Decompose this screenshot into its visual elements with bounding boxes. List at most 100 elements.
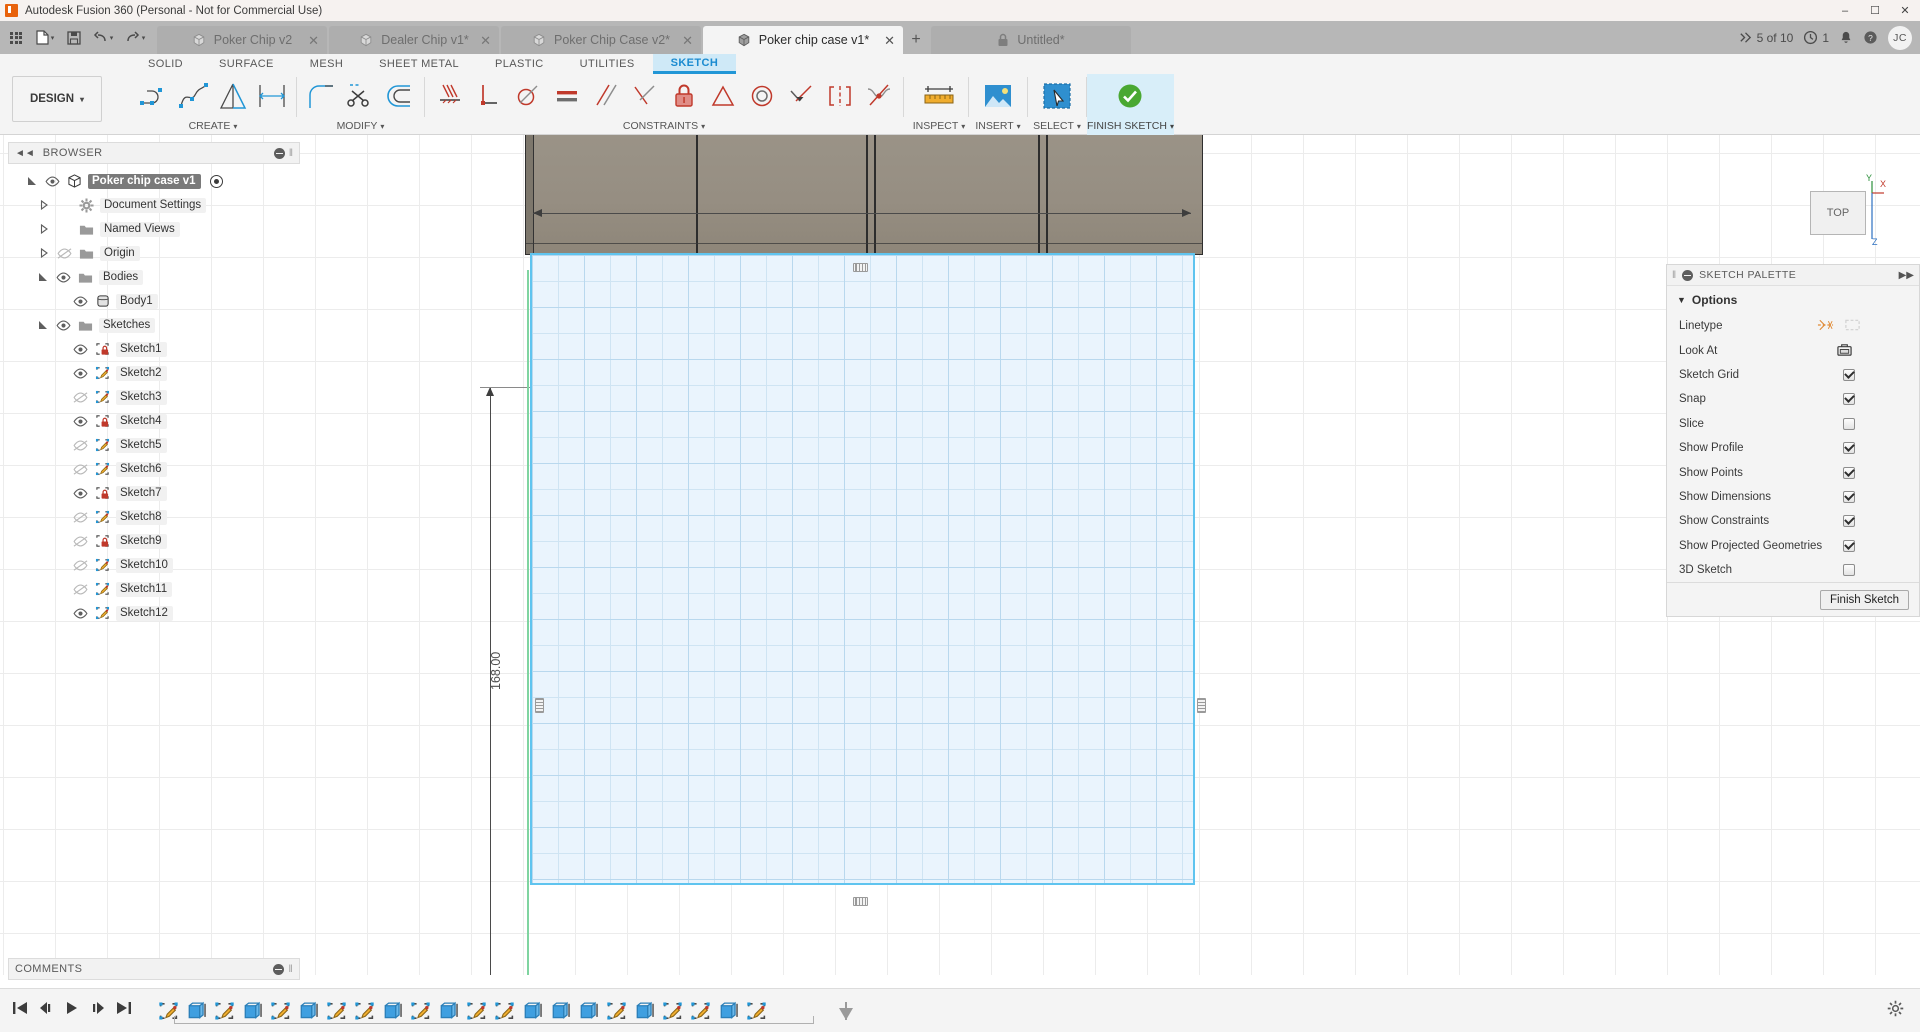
chevron-down-icon[interactable]: ▾ [1170, 122, 1174, 131]
play-icon[interactable] [64, 1001, 80, 1020]
trim-icon[interactable] [342, 76, 379, 116]
view-cube[interactable]: TOP Y X Z [1788, 165, 1898, 275]
construction-line-icon[interactable] [1817, 318, 1834, 335]
notifications-button[interactable] [1839, 30, 1853, 45]
look-at-icon[interactable] [1836, 342, 1853, 360]
timeline-playhead-marker[interactable] [839, 1001, 853, 1020]
visibility-eye-icon[interactable] [71, 366, 89, 380]
tree-item-bodies[interactable]: Bodies [8, 265, 300, 289]
spline-icon[interactable] [175, 76, 212, 116]
minimize-button[interactable]: – [1830, 0, 1860, 21]
document-tab-poker-chip-case-v1[interactable]: Poker chip case v1* ✕ [703, 26, 903, 54]
visibility-eye-icon[interactable] [71, 486, 89, 500]
minus-circle-icon[interactable] [273, 963, 285, 975]
palette-row-show-constraints[interactable]: Show Constraints [1667, 509, 1919, 533]
chevron-down-icon[interactable]: ▼ [1677, 295, 1686, 305]
chevron-down-icon[interactable]: ▾ [961, 122, 965, 131]
close-icon[interactable]: ✕ [480, 34, 491, 47]
finish-sketch-button[interactable]: Finish Sketch [1819, 589, 1909, 610]
disclosure-triangle-open-icon[interactable] [26, 175, 38, 187]
close-icon[interactable]: ✕ [308, 34, 319, 47]
ribbon-tab-plastic[interactable]: PLASTIC [477, 54, 562, 74]
visibility-eye-icon[interactable] [71, 414, 89, 428]
radio-dot-icon[interactable] [209, 174, 223, 188]
double-left-arrow-icon[interactable]: ◄◄ [15, 148, 35, 159]
palette-row-show-dimensions[interactable]: Show Dimensions [1667, 485, 1919, 509]
symmetry-icon[interactable] [821, 76, 858, 116]
visibility-eye-off-icon[interactable] [71, 582, 89, 596]
line-icon[interactable] [136, 76, 173, 116]
three-d-sketch-checkbox[interactable] [1843, 564, 1855, 577]
ribbon-tab-mesh[interactable]: MESH [292, 54, 361, 74]
step-back-icon[interactable] [38, 1001, 54, 1020]
tree-item-sketch6[interactable]: Sketch6 [8, 457, 300, 481]
step-forward-icon[interactable] [90, 1001, 106, 1020]
tree-item-sketch3[interactable]: Sketch3 [8, 385, 300, 409]
show-points-checkbox[interactable] [1843, 466, 1855, 479]
constraint-horizontal-badge[interactable] [853, 897, 868, 906]
coincident-icon[interactable] [782, 76, 819, 116]
visibility-eye-icon[interactable] [71, 606, 89, 620]
ribbon-tab-utilities[interactable]: UTILITIES [562, 54, 653, 74]
chevron-down-icon[interactable]: ▾ [701, 122, 705, 131]
tree-item-sketches[interactable]: Sketches [8, 313, 300, 337]
concentric-icon[interactable] [743, 76, 780, 116]
document-tab-poker-chip-v2[interactable]: Poker Chip v2 ✕ [157, 26, 327, 54]
show-constraints-checkbox[interactable] [1843, 515, 1855, 528]
mirror-icon[interactable] [214, 76, 251, 116]
tree-item-sketch2[interactable]: Sketch2 [8, 361, 300, 385]
go-to-beginning-icon[interactable] [12, 1001, 28, 1020]
constraint-horizontal-badge[interactable] [853, 263, 868, 272]
rectangular-pattern-icon[interactable] [253, 76, 290, 116]
tree-item-sketch11[interactable]: Sketch11 [8, 577, 300, 601]
minus-circle-icon[interactable] [1682, 269, 1694, 281]
panel-resize-handle[interactable]: ‖ [289, 148, 293, 159]
disclosure-triangle-open-icon[interactable] [37, 271, 49, 283]
redo-arrow-icon[interactable]: ▾ [119, 25, 151, 51]
double-right-arrow-icon[interactable]: ▶▶ [1899, 270, 1914, 281]
constraint-vertical-badge[interactable] [535, 698, 544, 713]
ribbon-tab-surface[interactable]: SURFACE [201, 54, 292, 74]
document-tab-untitled[interactable]: Untitled* [931, 26, 1131, 54]
chevron-down-icon[interactable]: ▾ [1077, 122, 1081, 131]
constraint-vertical-badge[interactable] [1197, 698, 1206, 713]
ribbon-group-finish-sketch[interactable]: FINISH SKETCH ▾ [1087, 74, 1174, 135]
sketch-palette-options-section[interactable]: ▼ Options [1667, 286, 1919, 314]
dimension-horizontal-line[interactable] [533, 209, 1191, 217]
tree-item-poker-chip-case-v1[interactable]: Poker chip case v1 [8, 169, 300, 193]
model-body-3d[interactable] [525, 135, 1203, 255]
palette-row-show-points[interactable]: Show Points [1667, 460, 1919, 484]
disclosure-triangle-closed-icon[interactable] [38, 223, 50, 235]
visibility-eye-off-icon[interactable] [71, 390, 89, 404]
document-tab-poker-chip-case-v2[interactable]: Poker Chip Case v2* ✕ [501, 26, 701, 54]
visibility-eye-icon[interactable] [71, 294, 89, 308]
document-tab-dealer-chip-v1[interactable]: Dealer Chip v1* ✕ [329, 26, 499, 54]
visibility-eye-icon[interactable] [71, 342, 89, 356]
file-menu-button[interactable]: ▾ [29, 25, 61, 51]
close-icon[interactable]: ✕ [682, 34, 693, 47]
ribbon-tab-solid[interactable]: SOLID [130, 54, 201, 74]
tree-item-sketch4[interactable]: Sketch4 [8, 409, 300, 433]
perpendicular-icon[interactable] [626, 76, 663, 116]
curvature-icon[interactable] [860, 76, 897, 116]
select-cursor-icon[interactable] [1034, 76, 1080, 116]
tree-item-sketch8[interactable]: Sketch8 [8, 505, 300, 529]
tree-item-sketch10[interactable]: Sketch10 [8, 553, 300, 577]
close-icon[interactable]: ✕ [884, 34, 895, 47]
snap-checkbox[interactable] [1843, 393, 1855, 406]
disclosure-triangle-open-icon[interactable] [37, 319, 49, 331]
workspace-switcher-button[interactable]: DESIGN ▾ [12, 76, 102, 122]
palette-row-show-projected-geometries[interactable]: Show Projected Geometries [1667, 534, 1919, 558]
show-dimensions-checkbox[interactable] [1843, 490, 1855, 503]
panel-resize-handle[interactable]: ‖ [288, 964, 293, 975]
chevron-down-icon[interactable]: ▾ [1017, 122, 1021, 131]
parallel-icon[interactable] [587, 76, 624, 116]
visibility-eye-off-icon[interactable] [71, 534, 89, 548]
view-cube-face-top[interactable]: TOP [1810, 191, 1866, 235]
dimension-vertical-value[interactable]: 168.00 [489, 652, 503, 690]
disclosure-triangle-closed-icon[interactable] [38, 199, 50, 211]
measure-ruler-icon[interactable] [916, 76, 962, 116]
visibility-eye-off-icon[interactable] [71, 438, 89, 452]
midpoint-icon[interactable] [704, 76, 741, 116]
palette-row-show-profile[interactable]: Show Profile [1667, 436, 1919, 460]
